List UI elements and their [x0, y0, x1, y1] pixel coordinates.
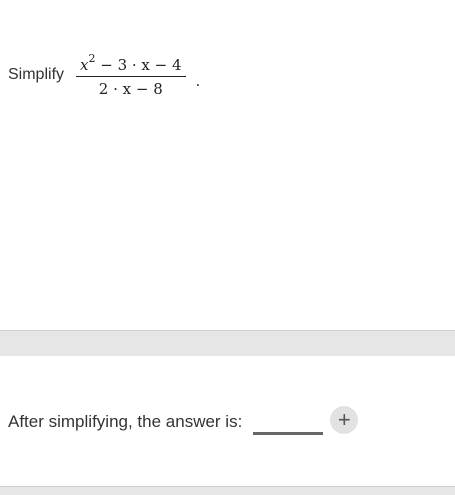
page: Simplify x2 − 3 · x − 4 2 · x − 8 . Afte…: [0, 0, 455, 495]
trailing-period: .: [195, 72, 201, 90]
add-answer-button[interactable]: +: [330, 406, 359, 434]
simplify-label: Simplify: [8, 66, 65, 83]
question-panel: Simplify x2 − 3 · x − 4 2 · x − 8 .: [0, 0, 455, 330]
numerator-rest: − 3 · x − 4: [95, 56, 182, 74]
fraction-numerator: x2 − 3 · x − 4: [76, 52, 186, 76]
plus-icon: +: [337, 407, 351, 432]
answer-row: After simplifying, the answer is: +: [8, 406, 359, 436]
bottom-divider: [0, 486, 455, 495]
fraction-denominator: 2 · x − 8: [98, 80, 163, 98]
fraction-expression: x2 − 3 · x − 4 2 · x − 8: [76, 52, 186, 98]
answer-input[interactable]: [253, 413, 324, 435]
numerator-exponent: 2: [88, 52, 96, 65]
answer-label: After simplifying, the answer is:: [8, 412, 243, 431]
section-divider: [0, 330, 455, 356]
question-row: Simplify x2 − 3 · x − 4 2 · x − 8 .: [8, 52, 200, 98]
answer-panel: After simplifying, the answer is: +: [0, 356, 455, 486]
